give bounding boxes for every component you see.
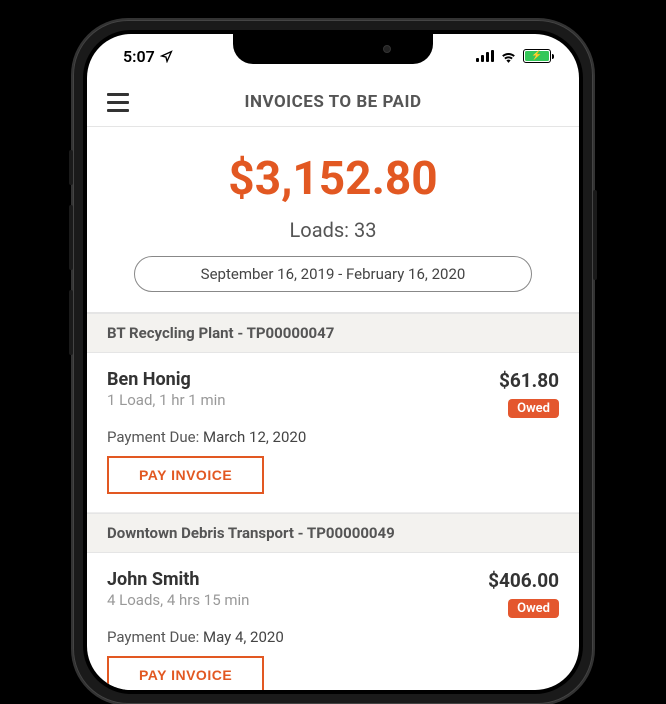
- loads-label: Loads:: [290, 218, 350, 242]
- invoice-detail: 1 Load, 1 hr 1 min: [107, 391, 226, 409]
- date-range-picker[interactable]: September 16, 2019 - February 16, 2020: [134, 256, 532, 292]
- due-label: Payment Due:: [107, 628, 199, 646]
- invoice-amount: $406.00: [488, 569, 559, 592]
- pay-invoice-button[interactable]: PAY INVOICE: [107, 456, 264, 494]
- invoice-detail: 4 Loads, 4 hrs 15 min: [107, 591, 249, 609]
- wifi-icon: [500, 50, 517, 63]
- phone-notch: [233, 34, 433, 64]
- invoice-name: Ben Honig: [107, 369, 226, 390]
- status-badge: Owed: [508, 399, 559, 418]
- menu-icon[interactable]: [107, 93, 129, 112]
- app-header: INVOICES TO BE PAID: [87, 78, 579, 127]
- status-badge: Owed: [508, 599, 559, 618]
- loads-summary: Loads: 33: [107, 218, 559, 242]
- invoice-card[interactable]: Ben Honig 1 Load, 1 hr 1 min $61.80 Owed…: [87, 353, 579, 513]
- invoice-group-header: BT Recycling Plant - TP00000047: [87, 313, 579, 353]
- pay-invoice-button[interactable]: PAY INVOICE: [107, 656, 264, 690]
- status-time: 5:07: [123, 47, 155, 66]
- invoice-card[interactable]: John Smith 4 Loads, 4 hrs 15 min $406.00…: [87, 553, 579, 690]
- loads-count: 33: [354, 218, 376, 242]
- invoice-name: John Smith: [107, 569, 249, 590]
- page-title: INVOICES TO BE PAID: [107, 92, 559, 112]
- phone-frame: 5:07: [73, 20, 593, 704]
- payment-due: Payment Due: May 4, 2020: [107, 628, 559, 646]
- payment-due: Payment Due: March 12, 2020: [107, 428, 559, 446]
- invoice-group-header: Downtown Debris Transport - TP00000049: [87, 513, 579, 553]
- location-arrow-icon: [160, 50, 173, 63]
- total-amount: $3,152.80: [107, 152, 559, 206]
- due-label: Payment Due:: [107, 428, 199, 446]
- due-date: May 4, 2020: [203, 628, 284, 646]
- battery-icon: ⚡: [523, 49, 551, 63]
- summary-section: $3,152.80 Loads: 33 September 16, 2019 -…: [87, 127, 579, 313]
- due-date: March 12, 2020: [203, 428, 306, 446]
- invoice-amount: $61.80: [499, 369, 559, 392]
- cellular-signal-icon: [476, 50, 494, 62]
